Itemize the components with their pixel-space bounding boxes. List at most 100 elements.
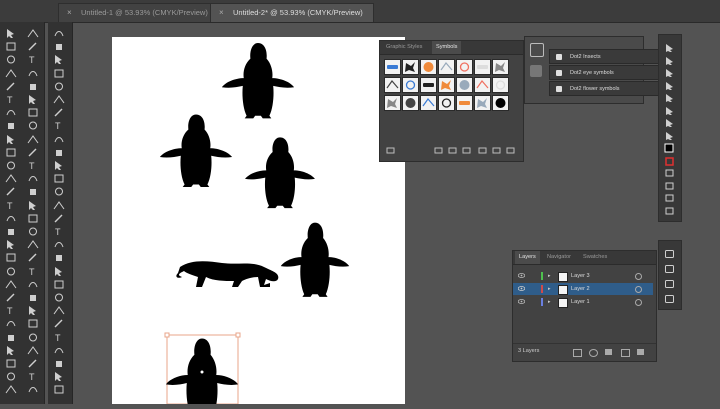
target-circle-icon[interactable]	[635, 286, 642, 293]
ellipse-tool-icon[interactable]	[27, 226, 39, 237]
ellipse-tool-icon[interactable]	[53, 186, 65, 197]
properties-icon[interactable]	[664, 264, 675, 274]
rectangle-tool-icon[interactable]	[27, 213, 39, 224]
rectangle-tool-icon[interactable]	[53, 279, 65, 290]
symbol-swatch[interactable]	[420, 77, 437, 93]
type-tool-icon[interactable]: T	[53, 226, 65, 237]
selection-arrow-icon[interactable]	[5, 134, 17, 145]
ellipse-tool-icon[interactable]	[53, 292, 65, 303]
curvature-tool-icon[interactable]	[53, 345, 65, 356]
line-tool-icon[interactable]	[27, 252, 39, 263]
delete-layer-icon[interactable]	[637, 349, 644, 355]
rectangle-tool-icon[interactable]	[664, 93, 675, 103]
ellipse-tool-icon[interactable]	[27, 332, 39, 343]
curvature-tool-icon[interactable]	[27, 68, 39, 79]
type-tool-icon[interactable]: T	[53, 332, 65, 343]
selection-arrow-icon[interactable]	[53, 371, 65, 382]
rectangle-tool-icon[interactable]	[5, 252, 17, 263]
curvature-tool-icon[interactable]	[5, 318, 17, 329]
ellipse-tool-icon[interactable]	[27, 120, 39, 131]
selection-arrow-icon[interactable]	[27, 94, 39, 105]
selection-arrow-icon[interactable]	[53, 266, 65, 277]
penguin-symbol[interactable]	[159, 114, 233, 188]
selection-arrow-icon[interactable]	[53, 160, 65, 171]
pen-tool-icon[interactable]	[664, 81, 675, 91]
type-tool-icon[interactable]: T	[27, 371, 39, 382]
locate-object-icon[interactable]	[573, 349, 582, 357]
selection-arrow-icon[interactable]	[53, 54, 65, 65]
shape-tool-icon[interactable]	[53, 252, 65, 263]
tab-graphic-styles[interactable]: Graphic Styles	[382, 41, 426, 54]
tab-symbols[interactable]: Symbols	[432, 41, 462, 54]
symbol-libraries-menu-icon[interactable]	[386, 147, 395, 154]
symbol-swatch[interactable]	[456, 59, 473, 75]
selection-arrow-icon[interactable]	[5, 239, 17, 250]
panther-symbol[interactable]	[176, 261, 279, 287]
symbol-swatch[interactable]	[474, 95, 491, 111]
type-tool-icon[interactable]: T	[5, 200, 17, 211]
pen-tool-icon[interactable]	[27, 28, 39, 39]
artboards-icon[interactable]	[664, 294, 675, 304]
penguin-symbol[interactable]	[280, 222, 350, 297]
close-tab-icon[interactable]: ×	[219, 4, 224, 22]
expand-arrow-icon[interactable]: ▸	[548, 283, 551, 295]
pen-tool-icon[interactable]	[53, 94, 65, 105]
appearance-icon[interactable]	[664, 279, 675, 289]
symbol-swatch[interactable]	[402, 95, 419, 111]
libraries-icon[interactable]	[664, 249, 675, 259]
rectangle-tool-icon[interactable]	[53, 173, 65, 184]
artboard[interactable]	[112, 37, 405, 409]
symbol-swatch[interactable]	[402, 59, 419, 75]
visibility-eye-icon[interactable]	[518, 286, 525, 291]
make-clipping-mask-icon[interactable]	[589, 349, 598, 357]
ellipse-tool-icon[interactable]	[5, 160, 17, 171]
symbol-swatch[interactable]	[492, 59, 509, 75]
tab-swatches[interactable]: Swatches	[579, 251, 611, 264]
curvature-tool-icon[interactable]	[27, 279, 39, 290]
ellipse-tool-icon[interactable]	[5, 371, 17, 382]
symbol-swatch[interactable]	[474, 77, 491, 93]
rectangle-tool-icon[interactable]	[5, 358, 17, 369]
selection-arrow-icon[interactable]	[27, 200, 39, 211]
place-symbol-icon[interactable]	[434, 147, 443, 154]
curvature-tool-icon[interactable]	[53, 239, 65, 250]
target-circle-icon[interactable]	[635, 273, 642, 280]
target-circle-icon[interactable]	[635, 299, 642, 306]
pen-tool-icon[interactable]	[53, 305, 65, 316]
symbol-options-icon[interactable]	[462, 147, 471, 154]
close-tab-icon[interactable]: ×	[67, 4, 72, 22]
ellipse-tool-icon[interactable]	[5, 54, 17, 65]
curvature-tool-icon[interactable]	[5, 213, 17, 224]
type-tool-icon[interactable]: T	[5, 305, 17, 316]
drawing-mode-icon[interactable]	[664, 193, 675, 203]
symbol-swatch[interactable]	[438, 95, 455, 111]
shape-tool-icon[interactable]	[53, 41, 65, 52]
rectangle-tool-icon[interactable]	[5, 41, 17, 52]
pen-tool-icon[interactable]	[5, 68, 17, 79]
penguin-symbol[interactable]	[245, 137, 315, 209]
layer-row[interactable]: ▸ Layer 3	[513, 270, 653, 282]
curvature-tool-icon[interactable]	[53, 134, 65, 145]
swap-colors-icon[interactable]	[664, 168, 675, 178]
line-tool-icon[interactable]	[53, 318, 65, 329]
shape-tool-icon[interactable]	[27, 186, 39, 197]
symbol-swatch[interactable]	[492, 77, 509, 93]
brush-tool-icon[interactable]	[664, 106, 675, 116]
symbol-swatch[interactable]	[492, 95, 509, 111]
new-symbol-icon[interactable]	[478, 147, 487, 154]
zoom-icon[interactable]	[664, 131, 675, 141]
magic-wand-icon[interactable]	[664, 68, 675, 78]
expand-arrow-icon[interactable]: ▸	[548, 270, 551, 282]
line-tool-icon[interactable]	[53, 213, 65, 224]
selection-arrow-icon[interactable]	[664, 43, 675, 53]
symbol-swatch[interactable]	[456, 77, 473, 93]
library-item-dot2-eye-symbols[interactable]: Dot2 eye symbols	[549, 65, 661, 80]
curvature-tool-icon[interactable]	[53, 28, 65, 39]
line-tool-icon[interactable]	[27, 358, 39, 369]
expand-arrow-icon[interactable]: ▸	[548, 296, 551, 308]
selected-penguin-symbol[interactable]	[164, 332, 241, 409]
curvature-tool-icon[interactable]	[5, 107, 17, 118]
type-tool-icon[interactable]: T	[27, 160, 39, 171]
shape-tool-icon[interactable]	[5, 332, 17, 343]
line-tool-icon[interactable]	[5, 292, 17, 303]
